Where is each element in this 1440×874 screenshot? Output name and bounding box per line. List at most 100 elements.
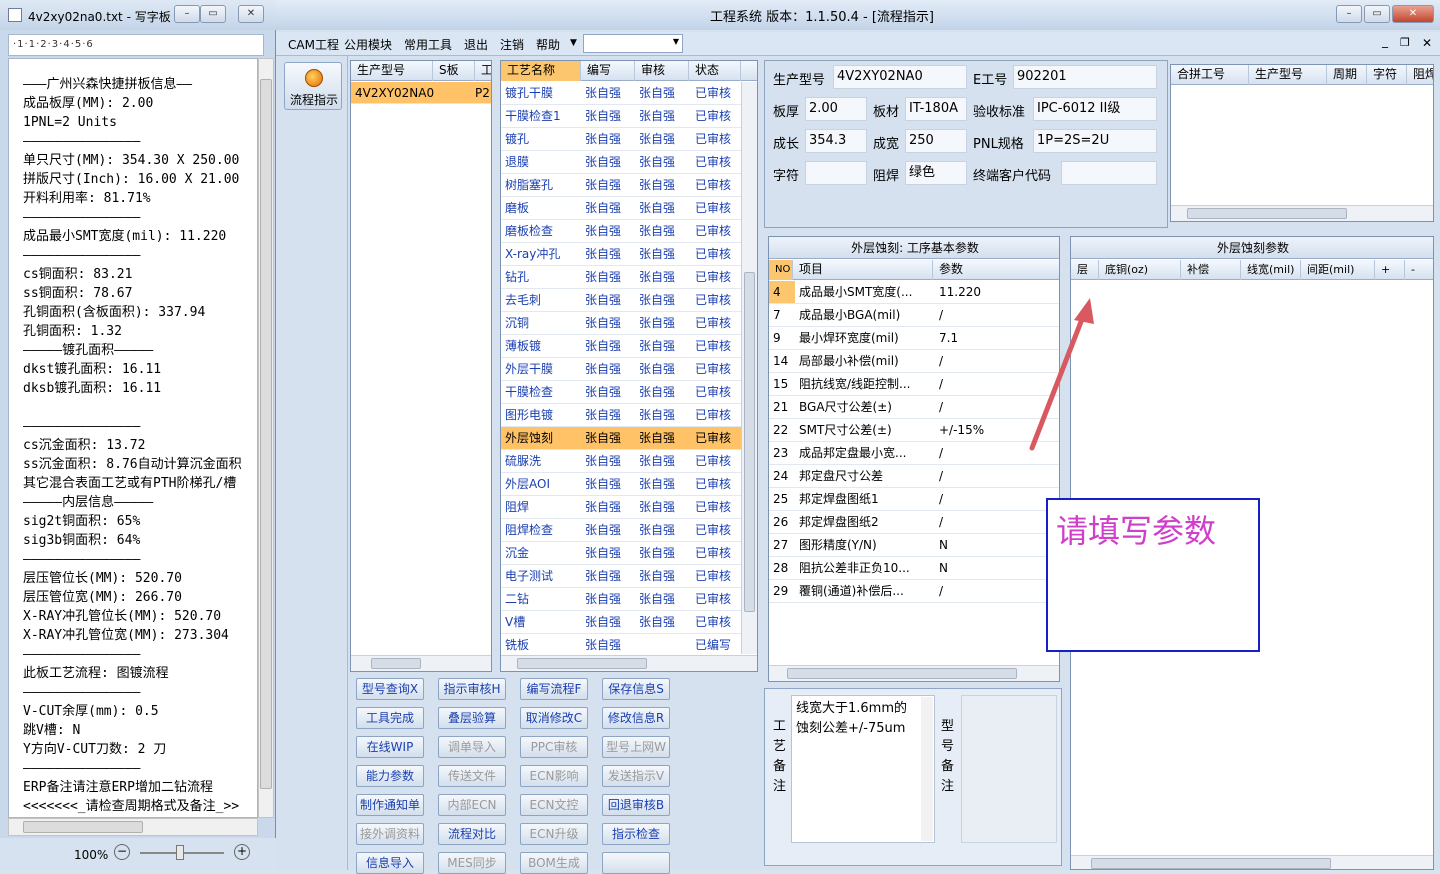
prod-model-field[interactable]: 4V2XY02NA0 [833, 65, 967, 89]
table-row[interactable]: 硫脲洗 张自强 张自强 已审核 [501, 450, 741, 473]
table-row[interactable]: 干膜检查 张自强 张自强 已审核 [501, 381, 741, 404]
table-row[interactable]: 4V2XY02NA0 P2 [351, 82, 491, 104]
legend-field[interactable] [805, 161, 867, 185]
customer-field[interactable] [1061, 161, 1157, 185]
table-row[interactable]: 磨板 张自强 张自强 已审核 [501, 197, 741, 220]
mdi-close-icon[interactable]: ✕ [1422, 36, 1432, 50]
table-row[interactable]: 图形电镀 张自强 张自强 已审核 [501, 404, 741, 427]
flow-instruction-button[interactable]: 流程指示 [284, 62, 342, 110]
action-button[interactable]: 指示审核H [438, 678, 506, 700]
thickness-field[interactable]: 2.00 [805, 97, 867, 121]
column-header[interactable]: 项目 [793, 260, 933, 280]
vertical-scrollbar[interactable] [921, 697, 933, 841]
column-header[interactable]: 参数 [933, 260, 1059, 280]
e-no-field[interactable]: 902201 [1013, 65, 1157, 89]
table-row[interactable]: 薄板镀 张自强 张自强 已审核 [501, 335, 741, 358]
table-row[interactable]: 外层蚀刻 张自强 张自强 已审核 [501, 427, 741, 450]
vertical-scrollbar[interactable] [258, 58, 274, 818]
table-row[interactable]: 镀孔干膜 张自强 张自强 已审核 [501, 82, 741, 105]
column-header[interactable]: 审核 [635, 61, 689, 81]
table-row[interactable]: 钻孔 张自强 张自强 已审核 [501, 266, 741, 289]
column-header[interactable]: S板 [433, 61, 475, 81]
table-row[interactable]: 27 图形精度(Y/N) N [769, 534, 1059, 557]
table-row[interactable]: 28 阻抗公差非正负10... N [769, 557, 1059, 580]
column-header[interactable]: 阻焊 [1407, 65, 1433, 85]
column-header[interactable]: 底铜(oz) [1099, 260, 1181, 280]
action-button[interactable]: ECN升级 [520, 823, 588, 845]
scroll-thumb[interactable] [260, 79, 272, 789]
action-button[interactable]: PPC审核 [520, 736, 588, 758]
column-header[interactable]: 层 [1071, 260, 1099, 280]
scroll-thumb[interactable] [517, 658, 647, 669]
mdi-minimize-icon[interactable]: _ [1382, 34, 1388, 48]
menu-help[interactable]: 帮助 [536, 36, 560, 53]
table-row[interactable]: 退膜 张自强 张自强 已审核 [501, 151, 741, 174]
zoom-slider-thumb[interactable] [176, 845, 184, 860]
table-row[interactable]: 铣板 张自强 已编写 [501, 634, 741, 654]
column-header[interactable]: 字符 [1367, 65, 1407, 85]
document-area[interactable]: ———广州兴森快捷拼板信息—— 成品板厚(MM): 2.00 1PNL=2 Unit… [8, 58, 258, 818]
action-button[interactable]: 制作通知单 [356, 794, 424, 816]
menu-logout[interactable]: 注销 [500, 36, 524, 53]
column-header[interactable]: 生产型号 [351, 61, 433, 81]
action-button[interactable]: 内部ECN [438, 794, 506, 816]
column-header[interactable]: 编写 [581, 61, 635, 81]
menu-cam[interactable]: CAM工程 [288, 36, 339, 53]
column-header[interactable]: 周期 [1327, 65, 1367, 85]
action-button[interactable]: 叠层验算 [438, 707, 506, 729]
column-header[interactable]: 合拼工号 [1171, 65, 1249, 85]
horizontal-scrollbar[interactable] [1071, 855, 1433, 869]
vertical-scrollbar[interactable] [741, 82, 757, 654]
mdi-restore-icon[interactable]: ❐ [1400, 36, 1410, 49]
table-row[interactable]: 阻焊 张自强 张自强 已审核 [501, 496, 741, 519]
column-header[interactable]: 间距(mil) [1301, 260, 1375, 280]
process-remark-field[interactable]: 线宽大于1.6mm的蚀刻公差+/-75um [791, 695, 935, 843]
table-row[interactable]: 阻焊检查 张自强 张自强 已审核 [501, 519, 741, 542]
maximize-button[interactable]: ▭ [1364, 5, 1390, 23]
action-button[interactable]: 型号查询X [356, 678, 424, 700]
table-row[interactable]: 树脂塞孔 张自强 张自强 已审核 [501, 174, 741, 197]
table-row[interactable]: 沉铜 张自强 张自强 已审核 [501, 312, 741, 335]
table-row[interactable]: 磨板检查 张自强 张自强 已审核 [501, 220, 741, 243]
action-button[interactable]: 流程对比 [438, 823, 506, 845]
menu-exit[interactable]: 退出 [464, 36, 488, 53]
column-header[interactable]: 线宽(mil) [1241, 260, 1301, 280]
action-button[interactable]: 发送指示V [602, 765, 670, 787]
table-row[interactable]: 二钻 张自强 张自强 已审核 [501, 588, 741, 611]
menu-common-tools[interactable]: 常用工具 [404, 36, 452, 53]
column-header[interactable]: 状态 [689, 61, 741, 81]
table-row[interactable]: 外层干膜 张自强 张自强 已审核 [501, 358, 741, 381]
menu-combo-box[interactable]: ▼ [583, 34, 683, 53]
table-row[interactable]: X-ray冲孔 张自强 张自强 已审核 [501, 243, 741, 266]
minimize-button[interactable]: – [1336, 5, 1362, 23]
action-button[interactable]: ECN文控 [520, 794, 588, 816]
action-button[interactable]: 传送文件 [438, 765, 506, 787]
pnl-field[interactable]: 1P=2S=2U [1033, 129, 1157, 153]
horizontal-scrollbar[interactable] [1171, 205, 1433, 221]
action-button[interactable] [602, 852, 670, 874]
action-button[interactable]: 取消修改C [520, 707, 588, 729]
scroll-thumb[interactable] [1091, 858, 1331, 869]
table-row[interactable]: 镀孔 张自强 张自强 已审核 [501, 128, 741, 151]
column-header[interactable]: NO [769, 260, 793, 280]
length-field[interactable]: 354.3 [805, 129, 867, 153]
scroll-thumb[interactable] [23, 821, 143, 833]
table-row[interactable]: 外层AOI 张自强 张自强 已审核 [501, 473, 741, 496]
horizontal-scrollbar[interactable] [8, 818, 258, 836]
action-button[interactable]: 在线WIP [356, 736, 424, 758]
table-row[interactable]: 去毛刺 张自强 张自强 已审核 [501, 289, 741, 312]
table-row[interactable]: 29 覆铜(通道)补偿后... / [769, 580, 1059, 603]
chevron-down-icon[interactable]: ▼ [570, 38, 577, 48]
table-row[interactable]: 24 邦定盘尺寸公差 / [769, 465, 1059, 488]
remove-column-button[interactable]: - [1405, 260, 1433, 280]
horizontal-scrollbar[interactable] [769, 665, 1059, 681]
mask-field[interactable]: 绿色 [905, 161, 967, 185]
scroll-thumb[interactable] [744, 272, 755, 612]
action-button[interactable]: ECN影响 [520, 765, 588, 787]
table-row[interactable]: 电子测试 张自强 张自强 已审核 [501, 565, 741, 588]
table-row[interactable]: 干膜检查1 张自强 张自强 已审核 [501, 105, 741, 128]
column-header[interactable]: 工 [475, 61, 491, 81]
action-button[interactable]: 保存信息S [602, 678, 670, 700]
model-remark-field[interactable] [961, 695, 1057, 843]
standard-field[interactable]: IPC-6012 II级 [1033, 97, 1157, 121]
